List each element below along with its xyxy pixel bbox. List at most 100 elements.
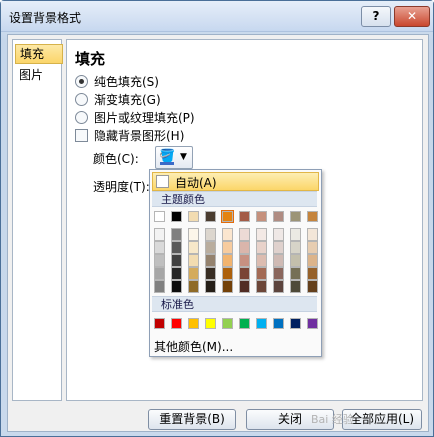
theme-shade-swatch[interactable] xyxy=(222,241,233,254)
theme-shade-swatch[interactable] xyxy=(222,254,233,267)
theme-color-swatch[interactable] xyxy=(154,211,165,222)
theme-shade-swatch[interactable] xyxy=(154,267,165,280)
theme-shade-swatch[interactable] xyxy=(256,267,267,280)
automatic-swatch xyxy=(156,175,169,188)
color-label: 颜色(C): xyxy=(93,152,139,166)
radio-icon[interactable] xyxy=(75,93,88,106)
theme-color-swatch[interactable] xyxy=(205,211,216,222)
standard-color-swatch[interactable] xyxy=(154,318,165,329)
apply-all-button[interactable]: 全部应用(L) xyxy=(342,409,422,430)
standard-colors-header: 标准色 xyxy=(152,296,317,312)
standard-color-swatch[interactable] xyxy=(307,318,318,329)
category-list: 填充 图片 xyxy=(12,39,63,401)
current-color-bar xyxy=(160,162,174,165)
automatic-color-item[interactable]: 自动(A) xyxy=(152,172,319,191)
theme-shade-swatch[interactable] xyxy=(154,280,165,293)
reset-background-button[interactable]: 重置背景(B) xyxy=(148,409,236,430)
theme-shade-swatch[interactable] xyxy=(290,241,301,254)
theme-shade-swatch[interactable] xyxy=(188,228,199,241)
theme-shade-swatch[interactable] xyxy=(171,241,182,254)
theme-shade-swatch[interactable] xyxy=(188,241,199,254)
dialog-window: 设置背景格式 ? ✕ 填充 图片 填充 纯色填充(S) 渐变填充(G) 图片或纹… xyxy=(0,0,434,437)
theme-shade-swatch[interactable] xyxy=(307,254,318,267)
theme-shade-swatch[interactable] xyxy=(171,267,182,280)
theme-shade-swatch[interactable] xyxy=(188,254,199,267)
theme-shade-swatch[interactable] xyxy=(188,267,199,280)
theme-shade-swatch[interactable] xyxy=(256,228,267,241)
radio-checked-icon[interactable] xyxy=(75,75,88,88)
standard-color-swatch[interactable] xyxy=(222,318,233,329)
theme-shade-swatch[interactable] xyxy=(205,228,216,241)
theme-shade-swatch[interactable] xyxy=(205,280,216,293)
theme-color-swatch[interactable] xyxy=(171,211,182,222)
theme-shade-swatch[interactable] xyxy=(154,241,165,254)
automatic-label: 自动(A) xyxy=(175,176,217,190)
standard-color-swatch[interactable] xyxy=(205,318,216,329)
radio-icon[interactable] xyxy=(75,111,88,124)
standard-color-swatch[interactable] xyxy=(273,318,284,329)
theme-shade-swatch[interactable] xyxy=(307,267,318,280)
theme-shade-swatch[interactable] xyxy=(273,267,284,280)
theme-shade-swatch[interactable] xyxy=(222,280,233,293)
theme-shade-swatch[interactable] xyxy=(290,254,301,267)
theme-color-swatch[interactable] xyxy=(273,211,284,222)
theme-shade-swatch[interactable] xyxy=(188,280,199,293)
theme-shade-swatch[interactable] xyxy=(256,241,267,254)
theme-shade-swatch[interactable] xyxy=(154,254,165,267)
theme-color-swatch[interactable] xyxy=(256,211,267,222)
solid-fill-radio[interactable]: 纯色填充(S) xyxy=(75,74,159,90)
theme-shade-swatch[interactable] xyxy=(222,267,233,280)
gradient-fill-radio[interactable]: 渐变填充(G) xyxy=(75,92,161,108)
theme-shade-swatch[interactable] xyxy=(239,254,250,267)
transparency-label: 透明度(T): xyxy=(93,180,150,194)
theme-shade-swatch[interactable] xyxy=(290,280,301,293)
theme-shade-swatch[interactable] xyxy=(171,280,182,293)
theme-shade-swatch[interactable] xyxy=(222,228,233,241)
theme-shade-swatch[interactable] xyxy=(307,241,318,254)
theme-color-swatch[interactable] xyxy=(290,211,301,222)
theme-shade-swatch[interactable] xyxy=(256,280,267,293)
theme-color-swatch[interactable] xyxy=(188,211,199,222)
standard-color-swatch[interactable] xyxy=(188,318,199,329)
standard-color-swatch[interactable] xyxy=(290,318,301,329)
standard-color-swatch[interactable] xyxy=(171,318,182,329)
theme-color-swatch[interactable] xyxy=(221,210,234,223)
help-button[interactable]: ? xyxy=(361,6,391,27)
more-colors-item[interactable]: 其他颜色(M)... xyxy=(154,338,233,355)
title-bar[interactable]: 设置背景格式 ? ✕ xyxy=(1,1,433,32)
theme-shade-swatch[interactable] xyxy=(307,228,318,241)
watermark: Bai 经验 xyxy=(311,413,354,426)
theme-shade-swatch[interactable] xyxy=(171,254,182,267)
panel-heading: 填充 xyxy=(75,50,106,68)
theme-shade-swatch[interactable] xyxy=(256,254,267,267)
standard-color-swatch[interactable] xyxy=(256,318,267,329)
theme-shade-swatch[interactable] xyxy=(154,228,165,241)
theme-shade-swatch[interactable] xyxy=(205,241,216,254)
close-icon[interactable]: ✕ xyxy=(394,6,430,27)
nav-item-picture[interactable]: 图片 xyxy=(15,66,61,84)
theme-color-swatch[interactable] xyxy=(239,211,250,222)
chevron-down-icon[interactable]: ▼ xyxy=(180,152,187,162)
picture-fill-radio[interactable]: 图片或纹理填充(P) xyxy=(75,110,195,126)
checkbox-icon[interactable] xyxy=(75,129,88,142)
theme-shade-swatch[interactable] xyxy=(307,280,318,293)
nav-item-fill[interactable]: 填充 xyxy=(15,44,63,64)
theme-shade-swatch[interactable] xyxy=(239,241,250,254)
standard-color-swatch[interactable] xyxy=(239,318,250,329)
theme-shade-swatch[interactable] xyxy=(239,267,250,280)
theme-shade-swatch[interactable] xyxy=(290,267,301,280)
color-picker-button[interactable]: 🪣 ▼ xyxy=(155,146,193,169)
theme-color-swatch[interactable] xyxy=(307,211,318,222)
hide-background-checkbox[interactable]: 隐藏背景图形(H) xyxy=(75,128,184,144)
theme-shade-swatch[interactable] xyxy=(273,241,284,254)
picture-fill-label: 图片或纹理填充(P) xyxy=(94,111,195,125)
theme-shade-swatch[interactable] xyxy=(273,228,284,241)
theme-shade-swatch[interactable] xyxy=(290,228,301,241)
theme-shade-swatch[interactable] xyxy=(273,280,284,293)
theme-shade-swatch[interactable] xyxy=(171,228,182,241)
theme-shade-swatch[interactable] xyxy=(205,267,216,280)
theme-shade-swatch[interactable] xyxy=(273,254,284,267)
theme-shade-swatch[interactable] xyxy=(239,228,250,241)
theme-shade-swatch[interactable] xyxy=(239,280,250,293)
theme-shade-swatch[interactable] xyxy=(205,254,216,267)
